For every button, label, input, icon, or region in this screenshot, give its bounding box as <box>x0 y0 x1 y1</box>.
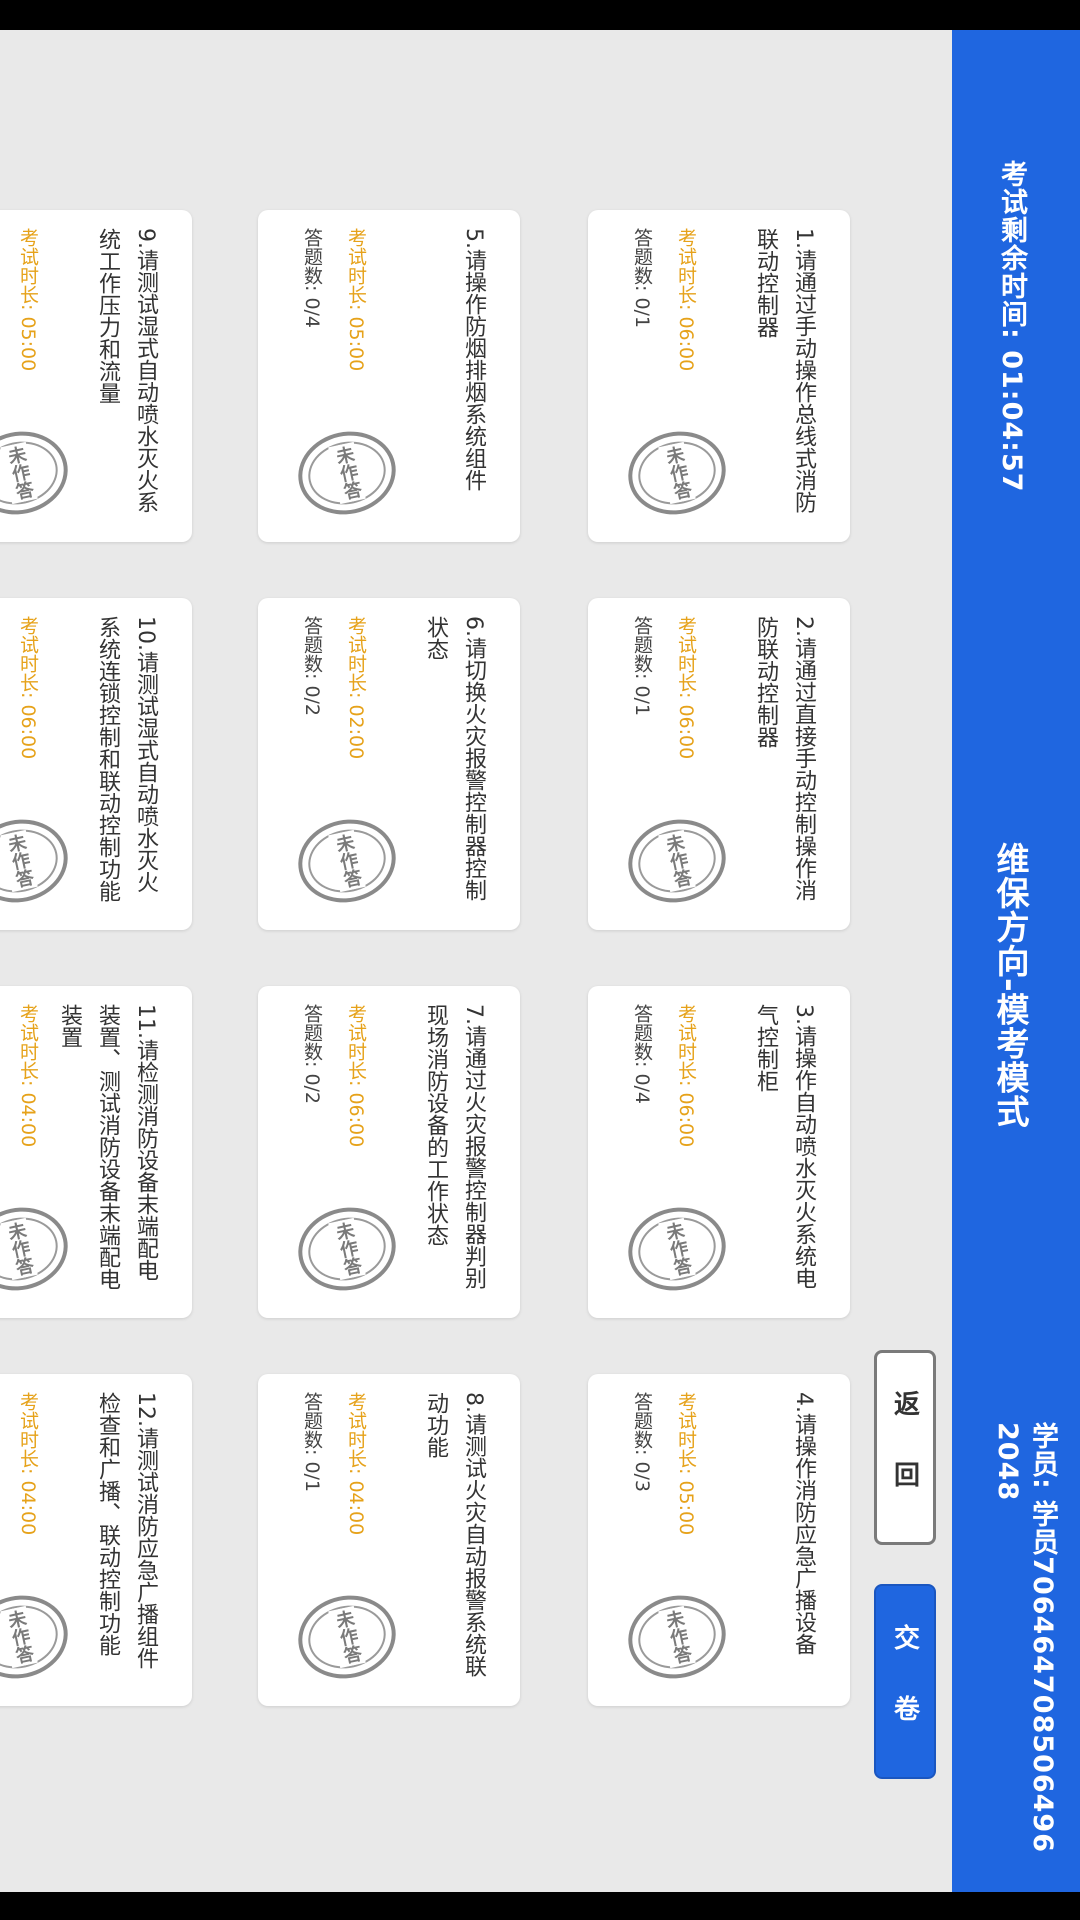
answer-count: 答题数: 0/3 <box>631 1392 653 1493</box>
question-title: 2.请通过直接手动控制操作消防联动控制器 <box>753 616 816 901</box>
unanswered-stamp-icon: 未作答 <box>620 422 734 524</box>
answer-count: 答题数: 0/1 <box>631 616 653 717</box>
question-duration: 考试时长: 05:00 <box>17 228 39 372</box>
question-card[interactable]: 10.请测试湿式自动喷水灭火系统连锁控制和联动控制功能 考试时长: 06:00 未作… <box>0 598 192 930</box>
exam-header: 考试剩余时间: 01:04:57 维保方向-模考模式 学员: 学员7064647… <box>952 30 1080 1892</box>
question-card[interactable]: 6.请切换火灾报警控制器控制状态 考试时长: 02:00 答题数: 0/2 未作答 <box>258 598 520 930</box>
unanswered-stamp-icon: 未作答 <box>290 810 404 912</box>
question-duration: 考试时长: 06:00 <box>675 228 697 372</box>
question-card[interactable]: 4.请操作消防应急广播设备 考试时长: 05:00 答题数: 0/3 未作答 <box>588 1374 850 1706</box>
question-duration: 考试时长: 06:00 <box>345 1004 367 1148</box>
question-grid: 1.请通过手动操作总线式消防联动控制器 考试时长: 06:00 答题数: 0/1 未作… <box>0 30 952 1892</box>
unanswered-stamp-icon: 未作答 <box>290 1198 404 1300</box>
question-title: 10.请测试湿式自动喷水灭火系统连锁控制和联动控制功能 <box>95 616 158 902</box>
answer-count: 答题数: 0/1 <box>631 228 653 329</box>
question-duration: 考试时长: 02:00 <box>345 616 367 760</box>
question-duration: 考试时长: 04:00 <box>17 1004 39 1148</box>
question-card[interactable]: 5.请操作防烟排烟系统组件 考试时长: 05:00 答题数: 0/4 未作答 <box>258 210 520 542</box>
question-duration: 考试时长: 06:00 <box>17 616 39 760</box>
page-title: 维保方向-模考模式 <box>991 842 1030 1129</box>
question-title: 12.请测试消防应急广播组件检查和广播、联动控制功能 <box>95 1392 158 1669</box>
question-card[interactable]: 1.请通过手动操作总线式消防联动控制器 考试时长: 06:00 答题数: 0/1 未作… <box>588 210 850 542</box>
question-card[interactable]: 7.请通过火灾报警控制器判别现场消防设备的工作状态 考试时长: 06:00 答题数:… <box>258 986 520 1318</box>
question-card[interactable]: 12.请测试消防应急广播组件检查和广播、联动控制功能 考试时长: 04:00 未作答 <box>0 1374 192 1706</box>
question-duration: 考试时长: 04:00 <box>17 1392 39 1536</box>
question-title: 8.请测试火灾自动报警系统联动功能 <box>423 1392 486 1677</box>
question-duration: 考试时长: 06:00 <box>675 1004 697 1148</box>
question-title: 1.请通过手动操作总线式消防联动控制器 <box>753 228 816 513</box>
question-card[interactable]: 11.请检测消防设备末端配电装置、测试消防设备末端配电装置 考试时长: 04:00… <box>0 986 192 1318</box>
unanswered-stamp-icon: 未作答 <box>0 810 76 912</box>
question-title: 5.请操作防烟排烟系统组件 <box>461 228 486 491</box>
unanswered-stamp-icon: 未作答 <box>290 422 404 524</box>
question-duration: 考试时长: 04:00 <box>345 1392 367 1536</box>
question-card[interactable]: 8.请测试火灾自动报警系统联动功能 考试时长: 04:00 答题数: 0/1 未作答 <box>258 1374 520 1706</box>
question-duration: 考试时长: 05:00 <box>345 228 367 372</box>
question-title: 3.请操作自动喷水灭火系统电气控制柜 <box>753 1004 816 1289</box>
question-title: 7.请通过火灾报警控制器判别现场消防设备的工作状态 <box>423 1004 486 1289</box>
answer-count: 答题数: 0/1 <box>301 1392 323 1493</box>
nav-bar <box>0 1892 1080 1920</box>
unanswered-stamp-icon: 未作答 <box>0 422 76 524</box>
back-button[interactable]: 返 回 <box>874 1350 936 1545</box>
status-bar <box>0 0 1080 30</box>
question-duration: 考试时长: 06:00 <box>675 616 697 760</box>
answer-count: 答题数: 0/2 <box>301 1004 323 1105</box>
unanswered-stamp-icon: 未作答 <box>0 1586 76 1688</box>
submit-button[interactable]: 交 卷 <box>874 1584 936 1779</box>
student-id: 学员: 学员706464708506496 2048 <box>992 1422 1058 1853</box>
question-card[interactable]: 3.请操作自动喷水灭火系统电气控制柜 考试时长: 06:00 答题数: 0/4 未作答 <box>588 986 850 1318</box>
question-title: 4.请操作消防应急广播设备 <box>791 1392 816 1655</box>
answer-count: 答题数: 0/4 <box>631 1004 653 1105</box>
question-card[interactable]: 9.请测试湿式自动喷水灭火系统工作压力和流量 考试时长: 05:00 未作答 <box>0 210 192 542</box>
question-card[interactable]: 2.请通过直接手动控制操作消防联动控制器 考试时长: 06:00 答题数: 0/1 未… <box>588 598 850 930</box>
answer-count: 答题数: 0/2 <box>301 616 323 717</box>
unanswered-stamp-icon: 未作答 <box>620 1198 734 1300</box>
unanswered-stamp-icon: 未作答 <box>290 1586 404 1688</box>
question-title: 9.请测试湿式自动喷水灭火系统工作压力和流量 <box>95 228 158 513</box>
unanswered-stamp-icon: 未作答 <box>620 1586 734 1688</box>
answer-count: 答题数: 0/4 <box>301 228 323 329</box>
unanswered-stamp-icon: 未作答 <box>620 810 734 912</box>
question-duration: 考试时长: 05:00 <box>675 1392 697 1536</box>
question-title: 6.请切换火灾报警控制器控制状态 <box>423 616 486 901</box>
exam-timer: 考试剩余时间: 01:04:57 <box>996 160 1027 493</box>
